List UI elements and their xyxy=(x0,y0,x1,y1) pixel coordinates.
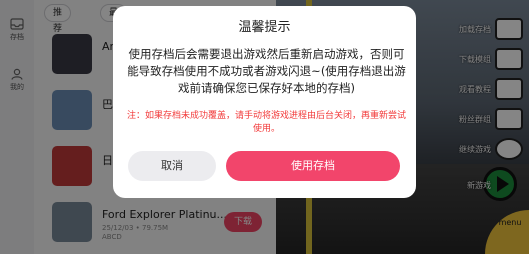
dialog-message: 使用存档后会需要退出游戏然后重新启动游戏，否则可能导致存档使用不成功或者游戏闪退… xyxy=(127,47,406,95)
dialog-warning-note: 注：如果存档未成功覆盖，请手动将游戏进程由后台关闭，再重新尝试使用。 xyxy=(126,111,406,134)
dialog-title: 温馨提示 xyxy=(238,20,291,35)
use-save-dialog: 温馨提示 使用存档后会需要退出游戏然后重新启动游戏，否则可能导致存档使用不成功或… xyxy=(113,6,416,198)
use-save-button[interactable]: 使用存档 xyxy=(226,151,400,181)
cancel-button[interactable]: 取消 xyxy=(128,151,216,181)
